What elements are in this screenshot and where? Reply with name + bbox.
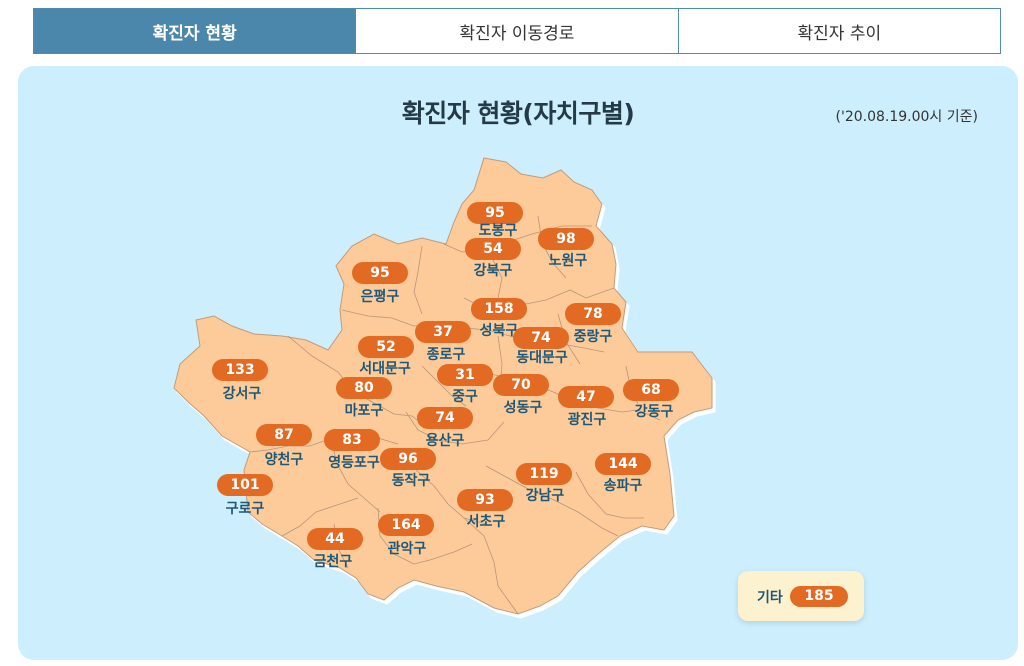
district-name[interactable]: 강남구: [500, 485, 590, 505]
district-count: 52: [358, 336, 414, 358]
district-count: 101: [217, 474, 273, 496]
district-count: 31: [437, 364, 493, 386]
district-count: 87: [256, 424, 312, 446]
district-count: 70: [493, 374, 549, 396]
district-count: 74: [417, 407, 473, 429]
district-count: 47: [558, 386, 614, 408]
other-count: 185: [790, 586, 848, 607]
district-count: 78: [565, 303, 621, 325]
other-label: 기타: [757, 590, 783, 606]
tab-bar: 확진자 현황 확진자 이동경로 확진자 추이: [33, 8, 1001, 54]
district-name[interactable]: 용산구: [400, 430, 490, 450]
district-name[interactable]: 송파구: [578, 475, 668, 495]
district-count: 96: [380, 448, 436, 470]
district-name[interactable]: 동작구: [366, 470, 456, 490]
district-count: 83: [324, 429, 380, 451]
district-count: 95: [352, 262, 408, 284]
district-name[interactable]: 은평구: [335, 286, 425, 306]
district-name[interactable]: 강서구: [197, 383, 287, 403]
district-count: 133: [212, 359, 268, 381]
district-count: 98: [538, 228, 594, 250]
district-count: 74: [513, 327, 569, 349]
district-count: 44: [307, 528, 363, 550]
district-name[interactable]: 도봉구: [453, 220, 543, 240]
district-count: 158: [471, 298, 527, 320]
tab-trend[interactable]: 확진자 추이: [677, 9, 1000, 53]
district-name[interactable]: 서대문구: [340, 358, 430, 378]
district-name[interactable]: 금천구: [288, 551, 378, 571]
district-count: 164: [378, 514, 434, 536]
district-name[interactable]: 구로구: [200, 498, 290, 518]
district-count: 93: [457, 489, 513, 511]
tab-routes[interactable]: 확진자 이동경로: [355, 9, 678, 53]
district-count: 68: [623, 379, 679, 401]
district-name[interactable]: 마포구: [319, 400, 409, 420]
district-count: 119: [516, 463, 572, 485]
district-count: 144: [595, 453, 651, 475]
other-box: 기타 185: [738, 571, 864, 621]
district-name[interactable]: 강북구: [448, 260, 538, 280]
district-name[interactable]: 강동구: [609, 401, 699, 421]
district-count: 54: [465, 238, 521, 260]
district-count: 37: [415, 321, 471, 343]
district-count: 80: [336, 377, 392, 399]
tab-status[interactable]: 확진자 현황: [34, 9, 356, 53]
district-name[interactable]: 서초구: [441, 511, 531, 531]
district-name[interactable]: 동대문구: [497, 347, 587, 367]
map-panel: 확진자 현황(자치구별) ('20.08.19.00시 기준) 95 도봉구 9…: [18, 66, 1018, 660]
